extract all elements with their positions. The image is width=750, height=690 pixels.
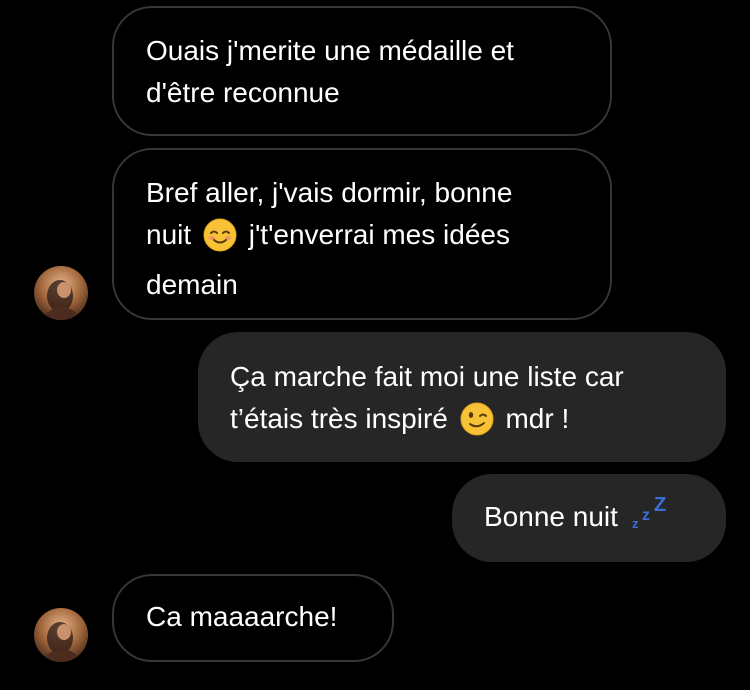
contact-avatar[interactable]: [34, 266, 88, 320]
message-text-fragment: Ca maaaarche!: [146, 601, 338, 632]
message-text-line: t’étais très inspiré mdr !: [230, 398, 696, 448]
message-text-fragment: j't'enverrai mes idées: [248, 219, 510, 250]
svg-text:z: z: [642, 507, 650, 524]
message-received-2[interactable]: Bref aller, j'vais dormir, bonne nuit j'…: [112, 148, 612, 320]
message-text-line: nuit j't'enverrai mes idées: [146, 214, 580, 264]
message-text-fragment: Bonne nuit: [484, 501, 618, 532]
message-sent-1[interactable]: Ça marche fait moi une liste car t’étais…: [198, 332, 726, 462]
zzz-emoji-icon: z z Z: [632, 494, 672, 542]
contact-avatar[interactable]: [34, 608, 88, 662]
message-text-fragment: t’étais très inspiré: [230, 403, 448, 434]
message-text-fragment: nuit: [146, 219, 192, 250]
svg-text:Z: Z: [654, 496, 666, 516]
message-received-1[interactable]: Ouais j'merite une médaille et d'être re…: [112, 6, 612, 136]
smiling-blush-emoji-icon: [203, 218, 237, 264]
message-text-fragment: mdr !: [505, 403, 570, 434]
message-text-line: Ouais j'merite une médaille et: [146, 35, 514, 66]
message-received-3[interactable]: Ca maaaarche!: [112, 574, 394, 662]
message-text-line: Ça marche fait moi une liste car: [230, 361, 624, 392]
message-text-line: d'être reconnue: [146, 77, 340, 108]
message-text-line: demain: [146, 269, 238, 300]
svg-text:z: z: [632, 516, 639, 530]
winking-face-emoji-icon: [460, 402, 494, 448]
message-text-line: Bref aller, j'vais dormir, bonne: [146, 177, 513, 208]
message-sent-2[interactable]: Bonne nuit z z Z: [452, 474, 726, 562]
